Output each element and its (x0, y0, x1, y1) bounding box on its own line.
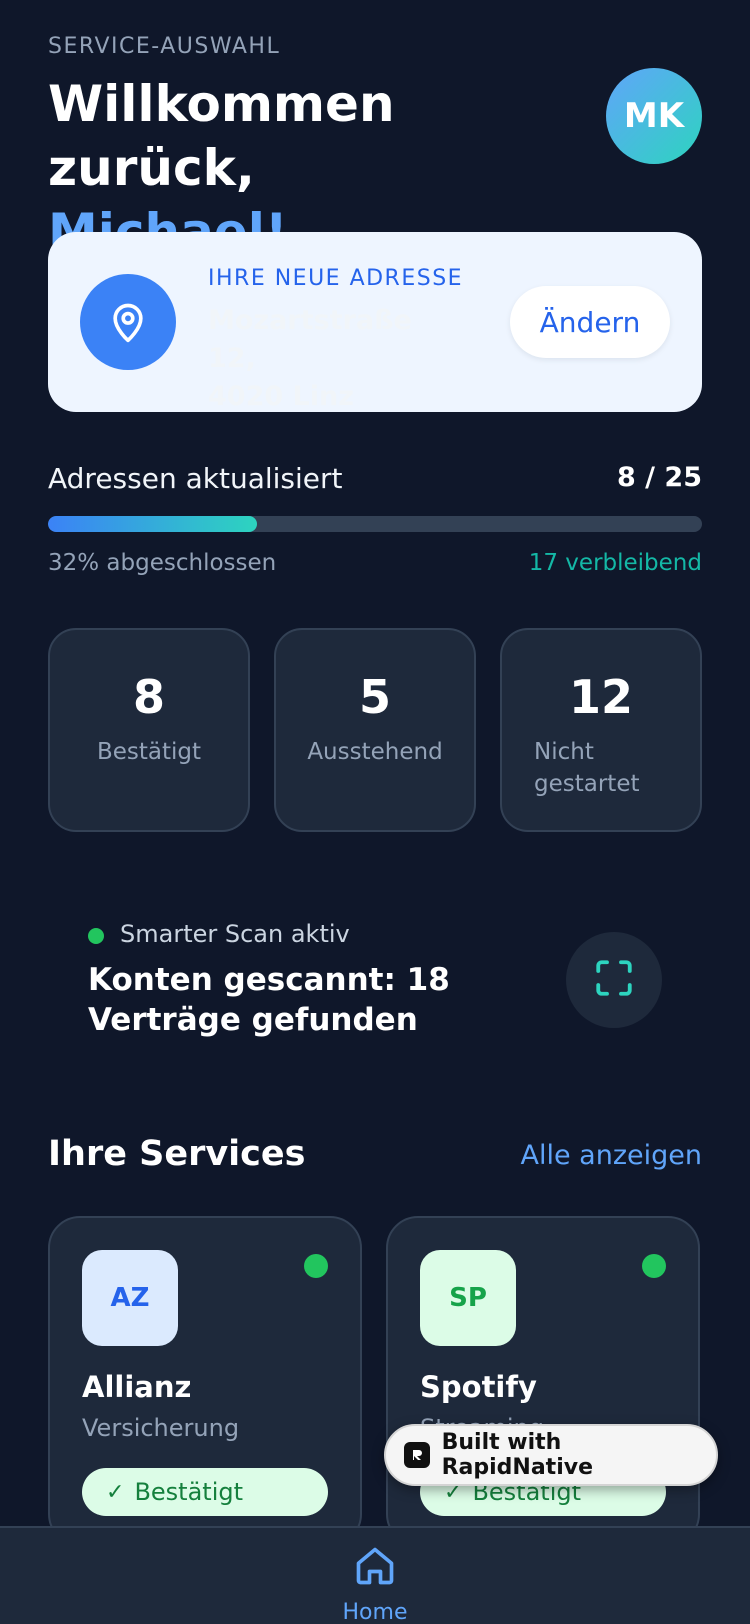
stat-card-not-started[interactable]: 12 Nicht gestartet (500, 628, 702, 832)
scan-frame-icon (593, 957, 635, 1003)
screen: SERVICE-AUSWAHL Willkommen zurück, Micha… (0, 0, 750, 1624)
home-icon (353, 1544, 397, 1592)
check-icon: ✓ (106, 1479, 125, 1505)
progress-percent: 32% abgeschlossen (48, 550, 277, 576)
built-with-label: Built with RapidNative (441, 1430, 593, 1480)
service-name: Allianz (82, 1370, 192, 1404)
stat-value: 12 (568, 670, 633, 724)
scan-title: Konten gescannt: 18 Verträge gefunden (88, 962, 450, 1038)
service-card-spotify[interactable]: SP Spotify Streaming ✓ Bestätigt (386, 1216, 700, 1546)
address-line-1: Mozartstraße 12, (208, 305, 412, 374)
stat-label: Nicht gestartet (534, 739, 640, 797)
service-logo: AZ (82, 1250, 178, 1346)
service-card-allianz[interactable]: AZ Allianz Versicherung ✓ Bestätigt (48, 1216, 362, 1546)
stat-label: Ausstehend (307, 739, 443, 765)
address-card: IHRE NEUE ADRESSE Mozartstraße 12, 4020 … (48, 232, 702, 412)
progress-bar-fill (48, 516, 258, 532)
stat-label: Bestätigt (96, 739, 202, 765)
stat-card-confirmed[interactable]: 8 Bestätigt (48, 628, 250, 832)
page-overline: SERVICE-AUSWAHL (48, 34, 281, 59)
service-logo: SP (420, 1250, 516, 1346)
service-logo-initials: SP (449, 1283, 487, 1313)
greeting-text: Willkommen zurück, (48, 75, 395, 197)
progress-label: Adressen aktualisiert (48, 462, 343, 495)
avatar-initials: MK (623, 96, 685, 136)
status-badge-label: Bestätigt (134, 1478, 244, 1506)
location-pin-icon (80, 274, 176, 370)
service-status-dot (304, 1254, 328, 1278)
status-badge: ✓ Bestätigt (82, 1468, 328, 1516)
see-all-link[interactable]: Alle anzeigen (521, 1140, 702, 1171)
address-overline: IHRE NEUE ADRESSE (208, 266, 464, 291)
scan-button[interactable] (566, 932, 662, 1028)
progress-remaining: 17 verbleibend (528, 550, 702, 576)
tab-bar: Home (0, 1526, 750, 1624)
tab-home[interactable]: Home (325, 1528, 425, 1624)
stat-card-pending[interactable]: 5 Ausstehend (274, 628, 476, 832)
tab-home-label: Home (342, 1600, 408, 1624)
avatar[interactable]: MK (606, 68, 702, 164)
scan-status: Smarter Scan aktiv (120, 920, 350, 948)
rapidnative-logo-icon (404, 1442, 430, 1468)
stat-value: 5 (358, 670, 391, 724)
progress-bar (48, 516, 702, 532)
progress-count: 8 / 25 (616, 462, 702, 493)
scan-active-dot (88, 928, 104, 944)
service-category: Versicherung (82, 1414, 240, 1442)
service-name: Spotify (420, 1370, 537, 1404)
services-heading: Ihre Services (48, 1134, 306, 1174)
change-address-button[interactable]: Ändern (510, 286, 670, 358)
service-status-dot (642, 1254, 666, 1278)
address-line-2: 4020 Linz (208, 381, 354, 412)
built-with-rapidnative-badge[interactable]: Built with RapidNative (384, 1424, 718, 1486)
service-logo-initials: AZ (110, 1283, 150, 1313)
stat-value: 8 (132, 670, 165, 724)
address-value: Mozartstraße 12, 4020 Linz (208, 302, 468, 416)
